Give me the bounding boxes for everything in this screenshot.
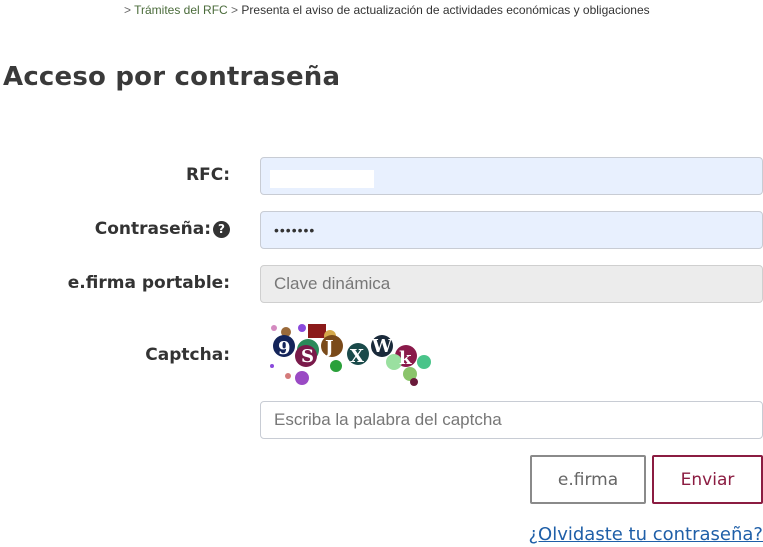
svg-text:X: X (350, 346, 364, 367)
svg-text:W: W (371, 336, 393, 357)
breadcrumb-link-tramites-rfc[interactable]: Trámites del RFC (134, 3, 228, 17)
captcha-image: 9 S J X W k (270, 324, 431, 386)
password-label-row: Contraseña:? (95, 219, 230, 239)
forgot-password-link[interactable]: ¿Olvidaste tu contraseña? (528, 524, 763, 545)
efirma-portable-label: e.firma portable: (67, 273, 230, 293)
captcha-input[interactable] (260, 401, 763, 439)
svg-text:k: k (399, 348, 412, 369)
password-label: Contraseña: (94, 219, 211, 239)
rfc-label: RFC: (186, 165, 230, 185)
efirma-button[interactable]: e.firma (530, 455, 646, 504)
submit-button[interactable]: Enviar (652, 455, 763, 504)
page-title: Acceso por contraseña (3, 62, 341, 92)
question-circle-icon[interactable]: ? (213, 221, 230, 238)
breadcrumb-separator: > (227, 3, 242, 17)
breadcrumb-prefix: > (124, 3, 135, 17)
svg-text:S: S (301, 346, 314, 367)
efirma-portable-input (260, 265, 763, 303)
svg-text:9: 9 (278, 338, 291, 359)
rfc-redaction (270, 170, 374, 188)
svg-text:J: J (323, 337, 334, 358)
breadcrumb-current: Presenta el aviso de actualización de ac… (241, 3, 650, 17)
password-input[interactable]: ••••••• (260, 211, 763, 249)
breadcrumb: > Trámites del RFC > Presenta el aviso d… (124, 3, 650, 17)
captcha-label: Captcha: (145, 345, 230, 365)
